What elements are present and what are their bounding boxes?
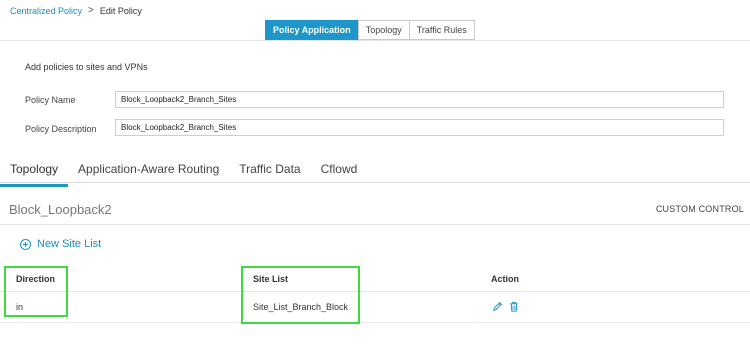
new-site-list-button[interactable]: New Site List	[20, 238, 101, 250]
tab-policy-application[interactable]: Policy Application	[265, 20, 359, 40]
policy-description-input[interactable]	[115, 119, 724, 136]
table-row-divider	[0, 322, 750, 323]
new-site-list-label: New Site List	[37, 238, 102, 250]
tab-topology[interactable]: Topology	[357, 20, 410, 40]
highlight-box-site-list	[241, 266, 360, 324]
pencil-icon[interactable]	[492, 299, 503, 317]
column-header-action: Action	[491, 274, 519, 284]
top-tab-bar: Policy Application Topology Traffic Rule…	[265, 20, 475, 40]
policy-name-label: Policy Name	[25, 95, 76, 105]
intro-text: Add policies to sites and VPNs	[25, 62, 148, 72]
custom-control-link[interactable]: CUSTOM CONTROL	[656, 204, 744, 214]
header-divider	[0, 40, 750, 41]
row-actions	[492, 299, 519, 317]
trash-icon[interactable]	[509, 299, 519, 317]
highlight-box-direction	[4, 266, 68, 317]
breadcrumb-centralized-policy[interactable]: Centralized Policy	[10, 6, 82, 16]
breadcrumb-separator: >	[88, 5, 94, 16]
breadcrumb-current: Edit Policy	[99, 5, 142, 16]
policy-name-input[interactable]	[115, 91, 724, 108]
tab-traffic-rules[interactable]: Traffic Rules	[408, 20, 475, 40]
policy-description-label: Policy Description	[25, 124, 97, 134]
section-title: Block_Loopback2	[9, 202, 112, 217]
breadcrumb: Centralized Policy > Edit Policy	[10, 5, 142, 16]
plus-circle-icon	[20, 238, 31, 250]
section-divider	[0, 224, 750, 225]
table-header-divider	[0, 291, 750, 292]
sub-tab-divider	[0, 182, 750, 183]
